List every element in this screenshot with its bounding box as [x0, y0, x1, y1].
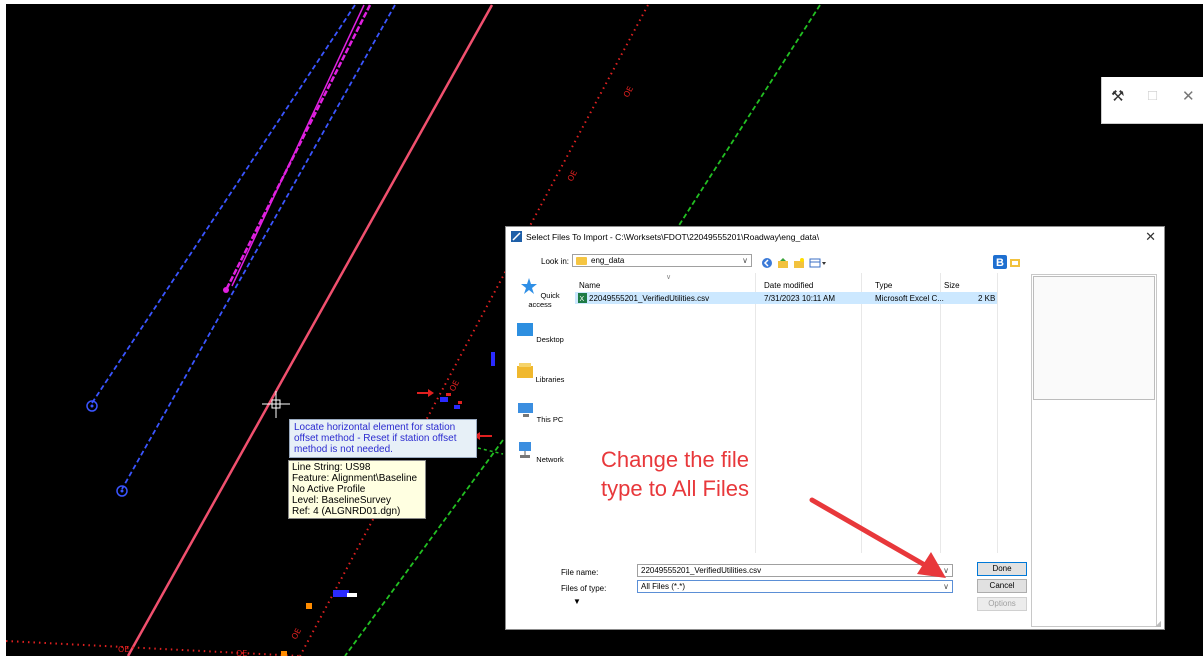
annotation-arrow	[809, 497, 946, 578]
